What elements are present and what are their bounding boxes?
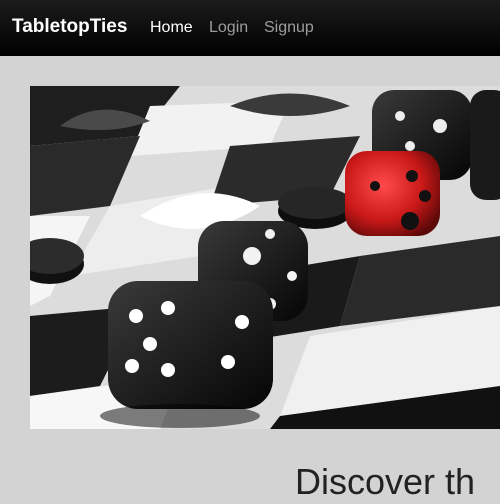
- navbar: TabletopTies Home Login Signup: [0, 0, 500, 56]
- nav-link-home[interactable]: Home: [150, 19, 193, 37]
- nav-link-login[interactable]: Login: [209, 19, 248, 37]
- hero-image: [30, 86, 500, 429]
- nav-link-signup[interactable]: Signup: [264, 19, 314, 37]
- page-heading: Discover th: [295, 461, 476, 502]
- dice-board-illustration: [30, 86, 500, 429]
- brand-logo[interactable]: TabletopTies: [12, 16, 127, 38]
